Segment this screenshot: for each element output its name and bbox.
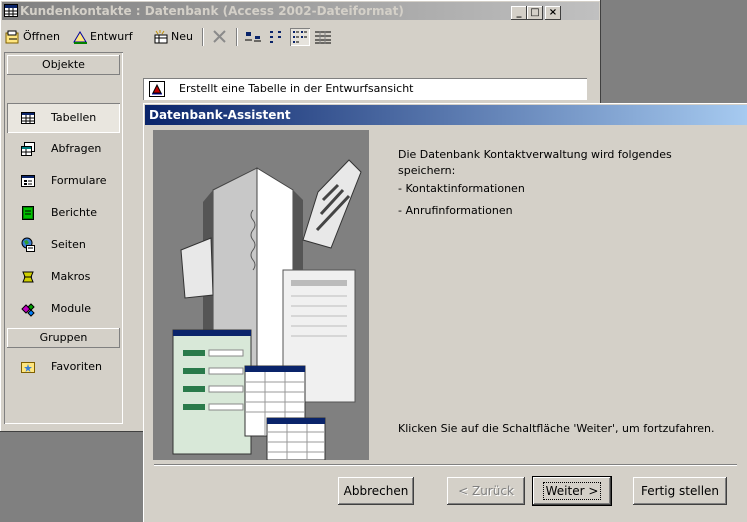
cancel-button[interactable]: Abbrechen [338,477,414,505]
wizard-divider [154,464,737,466]
object-item-modules[interactable]: Module [7,294,120,324]
groups-header[interactable]: Gruppen [7,328,120,348]
delete-icon[interactable] [210,28,230,46]
list-view-icon[interactable] [290,28,310,46]
objects-bar: Objekte Tabellen Abfragen Formulare Beri… [4,52,123,424]
minimize-button[interactable]: _ [511,6,527,20]
report-icon [22,206,34,220]
create-table-design-shortcut[interactable]: Erstellt eine Tabelle in der Entwurfsans… [143,78,587,100]
object-item-label: Module [51,302,91,315]
object-item-tables[interactable]: Tabellen [7,103,120,133]
toolbar-separator [236,28,238,46]
form-icon [21,175,35,187]
open-icon [5,30,19,44]
object-item-label: Tabellen [51,111,97,124]
query-icon [21,142,35,156]
next-button[interactable]: Weiter > [533,477,611,505]
details-view-icon[interactable] [313,28,333,46]
object-item-label: Makros [51,270,91,283]
wizard-illustration [153,130,369,460]
back-button[interactable]: < Zurück [447,477,525,505]
design-button[interactable]: Entwurf [72,27,133,47]
close-button[interactable]: × [545,6,561,20]
object-item-pages[interactable]: Seiten [7,230,120,260]
design-view-icon [149,81,165,97]
module-icon [21,303,35,317]
maximize-button[interactable]: □ [527,6,543,20]
object-item-label: Abfragen [51,142,102,155]
object-item-label: Berichte [51,206,97,219]
wizard-titlebar[interactable]: Datenbank-Assistent [145,105,747,125]
wizard-list-item: - Anrufinformationen [398,204,513,217]
wizard-description: Die Datenbank Kontaktverwaltung wird fol… [398,147,718,219]
group-item-label: Favoriten [51,360,102,373]
next-button-label: Weiter > [542,482,602,500]
object-item-forms[interactable]: Formulare [7,166,120,196]
object-item-queries[interactable]: Abfragen [7,134,120,164]
new-label: Neu [171,30,193,43]
toolbar-separator [202,28,204,46]
table-icon [21,112,35,124]
favorites-icon [21,362,35,373]
object-item-reports[interactable]: Berichte [7,198,120,228]
db-window-title: Kundenkontakte : Datenbank (Access 2002-… [20,4,404,18]
design-label: Entwurf [90,30,133,43]
wizard-list-item: - Kontaktinformationen [398,182,525,195]
hint-text: Erstellt eine Tabelle in der Entwurfsans… [179,82,414,95]
object-item-label: Seiten [51,238,86,251]
page-icon [21,237,35,252]
db-toolbar: Öffnen Entwurf Neu [2,24,599,50]
new-icon [154,30,168,44]
finish-button[interactable]: Fertig stellen [633,477,727,505]
macro-icon [22,271,34,283]
open-button[interactable]: Öffnen [5,27,60,47]
database-icon [4,4,18,17]
small-icons-view-icon[interactable] [267,28,287,46]
new-button[interactable]: Neu [153,27,193,47]
object-item-label: Formulare [51,174,107,187]
wizard-intro-text: Die Datenbank Kontaktverwaltung wird fol… [398,148,672,177]
design-icon [73,31,87,44]
db-window-titlebar[interactable]: Kundenkontakte : Datenbank (Access 2002-… [2,2,599,20]
objects-header[interactable]: Objekte [7,55,120,75]
database-wizard-dialog: Datenbank-Assistent Die Datenbank Kontak… [143,103,747,522]
open-label: Öffnen [23,30,60,43]
group-item-favorites[interactable]: Favoriten [7,352,120,382]
object-item-macros[interactable]: Makros [7,262,120,292]
large-icons-view-icon[interactable] [243,28,263,46]
wizard-instruction-text: Klicken Sie auf die Schaltfläche 'Weiter… [398,422,715,435]
